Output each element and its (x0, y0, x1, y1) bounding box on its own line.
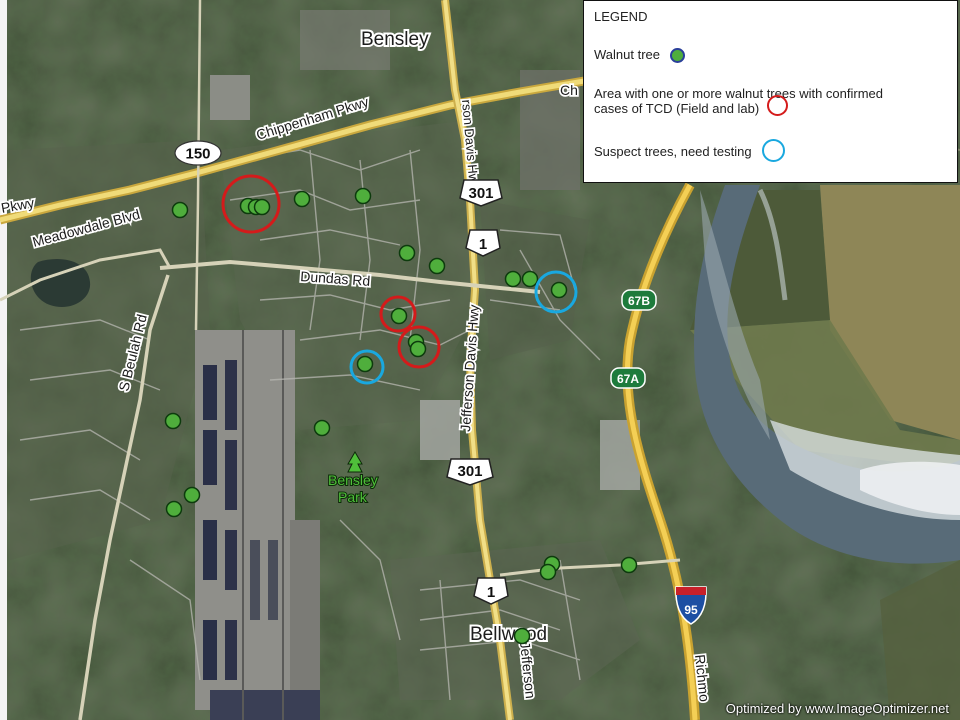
tcd-circle-icon (767, 95, 789, 117)
legend-title: LEGEND (594, 9, 648, 24)
label-bensley-park-line1: Bensley (328, 472, 378, 488)
legend-box: LEGEND Walnut tree Area with one or more… (583, 0, 958, 183)
legend-tcd-label-line2: cases of TCD (Field and lab) (594, 101, 760, 116)
route-1-a-number: 1 (479, 236, 487, 253)
route-150-shield: 150 (174, 140, 222, 166)
suspect-circle-icon (761, 139, 785, 163)
walnut-tree-dot (171, 201, 189, 219)
legend-row-tcd: Area with one or more walnut trees with … (594, 85, 883, 117)
walnut-tree-dot (521, 270, 539, 288)
walnut-tree-dot (356, 355, 374, 373)
walnut-tree-dot (390, 307, 408, 325)
legend-suspect-label: Suspect trees, need testing (594, 144, 752, 159)
walnut-tree-dot (183, 486, 201, 504)
walnut-tree-dot (354, 187, 372, 205)
walnut-tree-dot (253, 198, 271, 216)
route-1-b-number: 1 (487, 584, 495, 601)
walnut-tree-dot (164, 412, 182, 430)
label-bellwood: Bellwood (470, 624, 547, 645)
interstate-95-number: 95 (684, 603, 698, 617)
walnut-tree-dot (428, 257, 446, 275)
exit-67b-sign: 67B (621, 289, 657, 311)
walnut-tree-dot (293, 190, 311, 208)
walnut-tree-dot (504, 270, 522, 288)
walnut-tree-dot (313, 419, 331, 437)
walnut-tree-dot (550, 281, 568, 299)
walnut-tree-dot (165, 500, 183, 518)
walnut-tree-dot (513, 627, 531, 645)
walnut-tree-dot (539, 563, 557, 581)
walnut-tree-dot (620, 556, 638, 574)
walnut-dot-icon (670, 48, 685, 64)
exit-67a-sign: 67A (610, 367, 646, 389)
label-bensley-park-line2: Park (338, 489, 368, 505)
walnut-tree-dot (398, 244, 416, 262)
route-301-b-number: 301 (457, 463, 482, 480)
legend-row-suspect: Suspect trees, need testing (594, 139, 785, 163)
legend-walnut-label: Walnut tree (594, 47, 660, 62)
label-chippenham-right: Ch (560, 82, 578, 98)
exit-67b-label: 67B (628, 294, 650, 308)
legend-tcd-line2: cases of TCD (Field and lab) (594, 95, 883, 117)
exit-67a-label: 67A (617, 372, 639, 386)
route-301-a-number: 301 (468, 185, 493, 202)
watermark: Optimized by www.ImageOptimizer.net (725, 701, 949, 716)
label-bensley: Bensley (361, 29, 429, 50)
legend-row-walnut: Walnut tree (594, 46, 685, 64)
route-150-number: 150 (185, 146, 210, 163)
map-figure: Bensley Bellwood Chippenham Pkwy Ch Mead… (0, 0, 960, 720)
walnut-tree-dot (409, 340, 427, 358)
